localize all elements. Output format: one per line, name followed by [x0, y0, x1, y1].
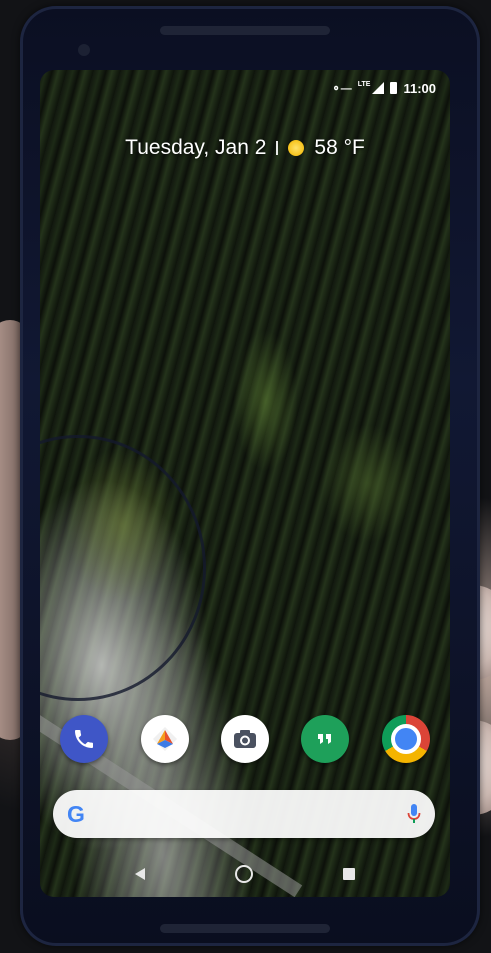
quote-bubble-icon	[318, 734, 332, 744]
glance-temperature[interactable]: 58 °F	[314, 136, 364, 160]
camera-lens-reflection	[40, 435, 206, 701]
recents-icon[interactable]	[343, 868, 355, 880]
glance-date[interactable]: Tuesday, Jan 2	[125, 136, 266, 160]
camera-icon	[233, 730, 256, 748]
battery-icon	[390, 82, 398, 94]
home-icon[interactable]	[235, 865, 253, 883]
weather-sun-icon	[288, 140, 305, 156]
status-bar: ⚬— LTE 11:00	[332, 78, 436, 98]
at-a-glance-widget[interactable]: Tuesday, Jan 2 58 °F	[40, 136, 450, 160]
phone-app-icon[interactable]	[60, 715, 109, 763]
favorites-dock	[40, 715, 450, 763]
navigation-bar	[40, 860, 450, 888]
signal-strength-icon	[372, 82, 385, 94]
front-camera	[78, 44, 90, 56]
earpiece-speaker	[160, 26, 330, 35]
glance-divider	[276, 141, 279, 155]
home-screen: ⚬— LTE 11:00 Tuesday, Jan 2 58 °F G	[40, 70, 450, 897]
chrome-app-icon[interactable]	[381, 715, 430, 763]
photo-scene: ⚬— LTE 11:00 Tuesday, Jan 2 58 °F G	[0, 0, 491, 953]
maps-app-icon[interactable]	[140, 715, 189, 763]
phone-handset-icon	[75, 730, 94, 748]
clock-time: 11:00	[403, 80, 436, 96]
network-type-label: LTE	[357, 80, 371, 88]
camera-app-icon[interactable]	[220, 715, 269, 763]
hangouts-app-icon[interactable]	[301, 715, 350, 763]
mic-icon[interactable]	[407, 803, 421, 825]
google-search-bar[interactable]: G	[53, 790, 435, 838]
navigation-arrow-icon	[152, 727, 177, 751]
vpn-key-icon: ⚬—	[331, 82, 352, 95]
google-g-icon[interactable]: G	[67, 801, 85, 828]
chrome-center-icon	[390, 724, 421, 754]
back-icon[interactable]	[135, 868, 145, 880]
bottom-speaker	[160, 924, 330, 933]
